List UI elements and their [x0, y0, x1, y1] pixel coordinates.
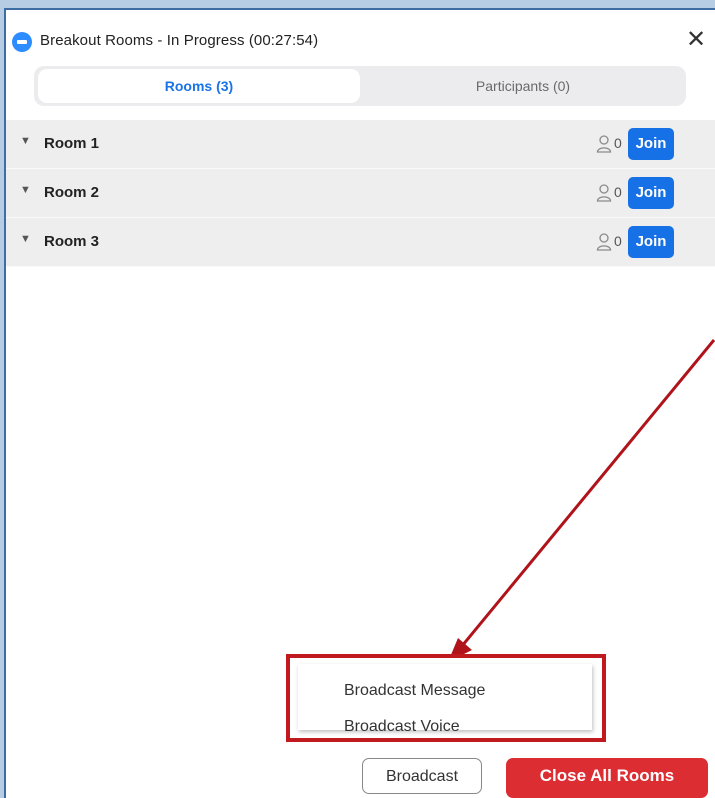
room-name: Room 1 — [44, 135, 100, 152]
broadcast-message-item[interactable]: Broadcast Message — [344, 682, 485, 700]
broadcast-voice-item[interactable]: Broadcast Voice — [344, 718, 460, 736]
room-name: Room 2 — [44, 184, 100, 201]
join-button[interactable]: Join — [628, 128, 674, 160]
room-row-2[interactable]: ▼ Room 2 0 Join — [6, 169, 715, 218]
person-icon — [596, 135, 612, 153]
tab-rooms[interactable]: Rooms (3) — [38, 69, 360, 103]
participant-count: 0 — [614, 184, 622, 200]
participant-count: 0 — [614, 135, 622, 151]
room-name: Room 3 — [44, 233, 100, 250]
participant-count: 0 — [614, 233, 622, 249]
person-icon — [596, 233, 612, 251]
tab-bar: Rooms (3) Participants (0) — [34, 66, 686, 106]
window-title: Breakout Rooms - In Progress (00:27:54) — [40, 32, 319, 49]
chevron-down-icon[interactable]: ▼ — [20, 184, 31, 196]
title-bar: Breakout Rooms - In Progress (00:27:54) … — [6, 10, 715, 68]
tab-participants[interactable]: Participants (0) — [364, 69, 682, 103]
chevron-down-icon[interactable]: ▼ — [20, 233, 31, 245]
room-row-3[interactable]: ▼ Room 3 0 Join — [6, 218, 715, 267]
zoom-logo-icon — [12, 32, 32, 52]
broadcast-button[interactable]: Broadcast — [362, 758, 482, 794]
close-all-rooms-button[interactable]: Close All Rooms — [506, 758, 708, 798]
person-icon — [596, 184, 612, 202]
room-list: ▼ Room 1 0 Join ▼ Room 2 0 Join ▼ Room 3 — [6, 120, 715, 267]
broadcast-menu: Broadcast Message Broadcast Voice — [286, 654, 606, 742]
join-button[interactable]: Join — [628, 226, 674, 258]
join-button[interactable]: Join — [628, 177, 674, 209]
close-icon[interactable]: ✕ — [681, 25, 711, 55]
room-row-1[interactable]: ▼ Room 1 0 Join — [6, 120, 715, 169]
chevron-down-icon[interactable]: ▼ — [20, 135, 31, 147]
broadcast-menu-panel: Broadcast Message Broadcast Voice — [298, 664, 592, 735]
